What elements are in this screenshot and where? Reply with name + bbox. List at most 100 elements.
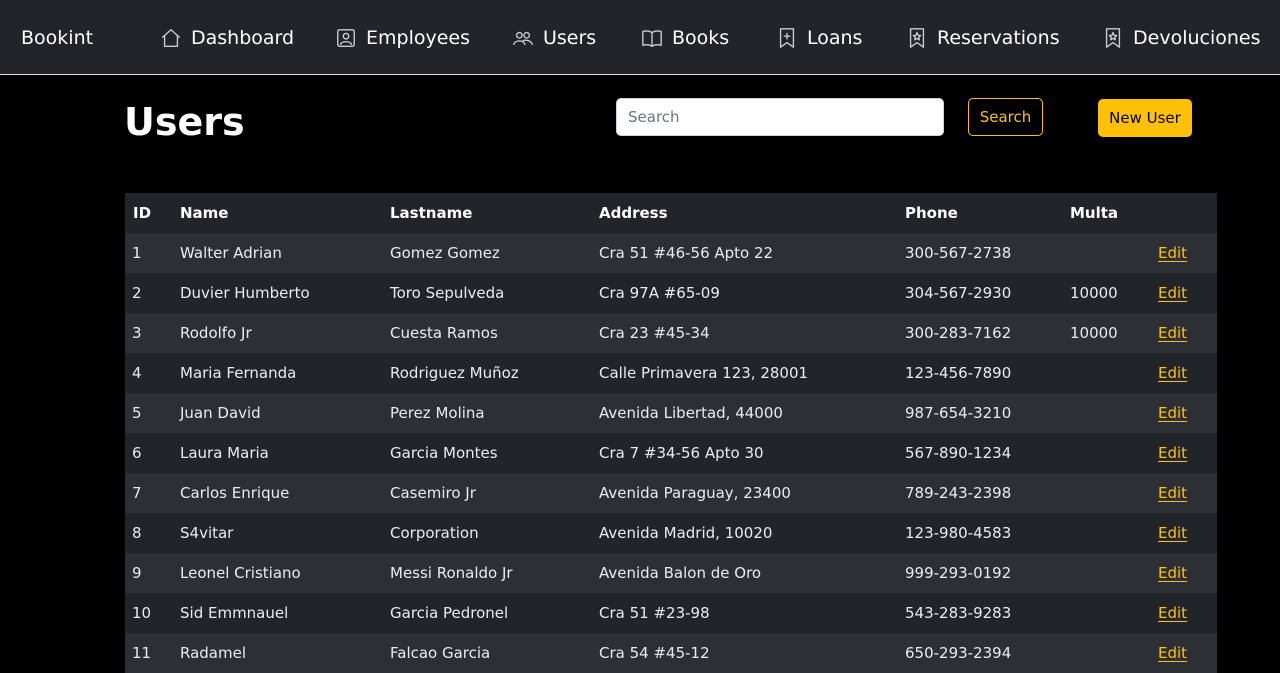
column-header-phone: Phone (897, 193, 1062, 233)
cell-actions: Edit (1150, 553, 1217, 593)
search-button[interactable]: Search (968, 98, 1043, 136)
cell-phone: 123-980-4583 (897, 513, 1062, 553)
edit-link[interactable]: Edit (1158, 604, 1187, 622)
nav-item-employees[interactable]: Employees (335, 24, 470, 52)
search-input[interactable] (616, 98, 944, 136)
cell-multa (1062, 633, 1150, 673)
cell-name: Sid Emmnauel (172, 593, 382, 633)
edit-link[interactable]: Edit (1158, 564, 1187, 582)
cell-phone: 300-567-2738 (897, 233, 1062, 273)
table-row: 7 Carlos Enrique Casemiro Jr Avenida Par… (125, 473, 1217, 513)
cell-name: Carlos Enrique (172, 473, 382, 513)
table-row: 8 S4vitar Corporation Avenida Madrid, 10… (125, 513, 1217, 553)
nav-item-loans[interactable]: Loans (776, 24, 862, 52)
table-row: 5 Juan David Perez Molina Avenida Libert… (125, 393, 1217, 433)
table-row: 6 Laura Maria Garcia Montes Cra 7 #34-56… (125, 433, 1217, 473)
cell-phone: 300-283-7162 (897, 313, 1062, 353)
nav-item-dashboard[interactable]: Dashboard (160, 24, 294, 52)
page-title: Users (124, 100, 245, 144)
cell-lastname: Toro Sepulveda (382, 273, 591, 313)
table-row: 10 Sid Emmnauel Garcia Pedronel Cra 51 #… (125, 593, 1217, 633)
cell-name: Duvier Humberto (172, 273, 382, 313)
bookmark-star-icon (909, 28, 925, 48)
column-header-lastname: Lastname (382, 193, 591, 233)
table-row: 1 Walter Adrian Gomez Gomez Cra 51 #46-5… (125, 233, 1217, 273)
cell-lastname: Falcao Garcia (382, 633, 591, 673)
nav-item-devoluciones[interactable]: Devoluciones (1102, 24, 1261, 52)
table-header-row: ID Name Lastname Address Phone Multa (125, 193, 1217, 233)
cell-multa (1062, 553, 1150, 593)
cell-name: Rodolfo Jr (172, 313, 382, 353)
column-header-multa: Multa (1062, 193, 1150, 233)
new-user-button[interactable]: New User (1098, 99, 1192, 137)
cell-id: 4 (125, 353, 172, 393)
cell-address: Avenida Madrid, 10020 (591, 513, 897, 553)
cell-lastname: Corporation (382, 513, 591, 553)
cell-address: Cra 23 #45-34 (591, 313, 897, 353)
bookmark-star-icon (1105, 28, 1121, 48)
person-badge-icon (337, 29, 355, 47)
nav-item-label: Loans (807, 27, 863, 49)
edit-link[interactable]: Edit (1158, 404, 1187, 422)
cell-address: Avenida Paraguay, 23400 (591, 473, 897, 513)
cell-lastname: Garcia Pedronel (382, 593, 591, 633)
cell-id: 2 (125, 273, 172, 313)
cell-actions: Edit (1150, 313, 1217, 353)
nav-item-users[interactable]: Users (512, 24, 596, 52)
nav-item-label: Users (543, 27, 597, 49)
cell-multa: 10000 (1062, 313, 1150, 353)
nav-item-books[interactable]: Books (641, 24, 729, 52)
cell-multa (1062, 353, 1150, 393)
cell-actions: Edit (1150, 593, 1217, 633)
cell-address: Avenida Balon de Oro (591, 553, 897, 593)
cell-lastname: Messi Ronaldo Jr (382, 553, 591, 593)
edit-link[interactable]: Edit (1158, 524, 1187, 542)
cell-address: Cra 51 #46-56 Apto 22 (591, 233, 897, 273)
cell-multa (1062, 233, 1150, 273)
cell-id: 5 (125, 393, 172, 433)
brand-link[interactable]: Bookint (21, 26, 93, 50)
edit-link[interactable]: Edit (1158, 644, 1187, 662)
cell-name: Leonel Cristiano (172, 553, 382, 593)
cell-lastname: Gomez Gomez (382, 233, 591, 273)
edit-link[interactable]: Edit (1158, 284, 1187, 302)
nav-item-label: Devoluciones (1133, 27, 1261, 49)
nav-item-label: Employees (366, 27, 470, 49)
home-icon (162, 29, 180, 47)
edit-link[interactable]: Edit (1158, 324, 1187, 342)
cell-name: Maria Fernanda (172, 353, 382, 393)
column-header-name: Name (172, 193, 382, 233)
edit-link[interactable]: Edit (1158, 444, 1187, 462)
cell-id: 8 (125, 513, 172, 553)
table-row: 2 Duvier Humberto Toro Sepulveda Cra 97A… (125, 273, 1217, 313)
cell-phone: 304-567-2930 (897, 273, 1062, 313)
cell-id: 1 (125, 233, 172, 273)
cell-phone: 987-654-3210 (897, 393, 1062, 433)
cell-lastname: Cuesta Ramos (382, 313, 591, 353)
people-icon (513, 31, 533, 46)
cell-lastname: Rodriguez Muñoz (382, 353, 591, 393)
cell-phone: 567-890-1234 (897, 433, 1062, 473)
column-header-id: ID (125, 193, 172, 233)
cell-address: Avenida Libertad, 44000 (591, 393, 897, 433)
cell-address: Cra 54 #45-12 (591, 633, 897, 673)
cell-phone: 123-456-7890 (897, 353, 1062, 393)
cell-address: Calle Primavera 123, 28001 (591, 353, 897, 393)
cell-multa (1062, 473, 1150, 513)
cell-actions: Edit (1150, 233, 1217, 273)
cell-multa: 10000 (1062, 273, 1150, 313)
nav-item-label: Reservations (937, 27, 1060, 49)
table-row: 11 Radamel Falcao Garcia Cra 54 #45-12 6… (125, 633, 1217, 673)
cell-actions: Edit (1150, 433, 1217, 473)
nav-item-reservations[interactable]: Reservations (906, 24, 1060, 52)
column-header-actions (1150, 193, 1217, 233)
cell-actions: Edit (1150, 393, 1217, 433)
edit-link[interactable]: Edit (1158, 484, 1187, 502)
cell-actions: Edit (1150, 473, 1217, 513)
users-table: ID Name Lastname Address Phone Multa 1 W… (125, 193, 1217, 673)
edit-link[interactable]: Edit (1158, 364, 1187, 382)
edit-link[interactable]: Edit (1158, 244, 1187, 262)
navbar: Bookint Dashboard Employees Users Books … (0, 0, 1280, 75)
cell-phone: 543-283-9283 (897, 593, 1062, 633)
cell-phone: 650-293-2394 (897, 633, 1062, 673)
